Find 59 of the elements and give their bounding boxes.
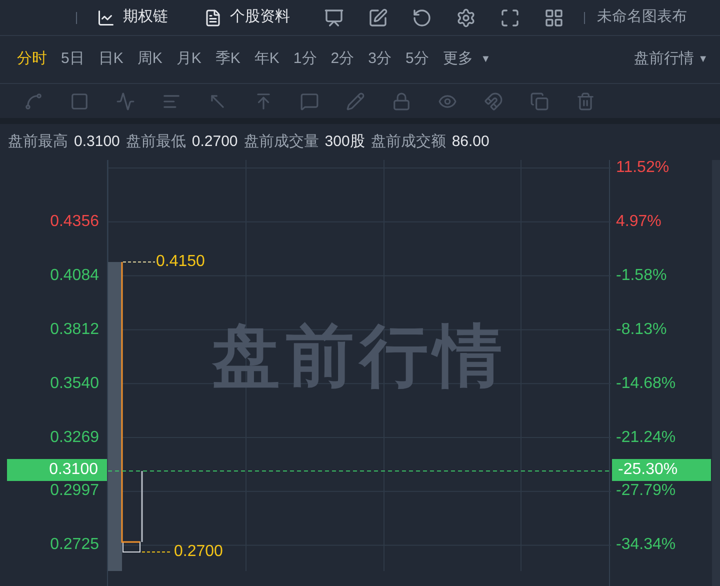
percent-tick: -1.58%	[616, 268, 667, 284]
percent-tick: -34.34%	[616, 537, 676, 554]
lock-icon[interactable]	[392, 92, 411, 110]
price-annotation: 0.2700	[174, 544, 223, 560]
percent-tick: -8.13%	[616, 322, 667, 338]
note-tool-icon[interactable]	[300, 92, 319, 110]
price-tick: 0.2725	[50, 537, 99, 554]
price-tick: 0.2997	[50, 483, 99, 500]
stat-value: 0.2700	[192, 132, 238, 152]
toolbar-button[interactable]: 个股资料	[204, 6, 290, 29]
period-tab[interactable]: 月K	[176, 48, 202, 71]
settings-icon[interactable]	[456, 8, 476, 28]
period-tab[interactable]: 1分	[293, 48, 317, 71]
document-icon	[204, 8, 222, 26]
price-tick: 0.4084	[50, 268, 99, 284]
magnet-icon[interactable]	[484, 92, 503, 110]
stat-value: 300股	[324, 132, 365, 152]
layout-name[interactable]: 未命名图表布	[597, 6, 687, 29]
period-tab[interactable]: 5日	[61, 48, 84, 71]
price-tick: 0.3812	[50, 322, 99, 338]
price-tick: 0.4356	[50, 214, 99, 230]
stat-label: 盘前成交额	[370, 132, 446, 152]
period-tab[interactable]: 周K	[137, 48, 162, 71]
period-tab[interactable]: 3分	[368, 48, 392, 71]
stat-value: 0.3100	[74, 132, 120, 152]
pencil-icon[interactable]	[346, 92, 365, 110]
stat-label: 盘前最高	[8, 132, 68, 152]
period-tab[interactable]: 年K	[254, 48, 280, 71]
session-dropdown[interactable]: 盘前行情 ▼	[634, 48, 708, 71]
period-tab[interactable]: 2分	[330, 48, 354, 71]
percent-tick: 4.97%	[616, 214, 662, 230]
price-annotation: 0.4150	[156, 254, 205, 270]
stat-label: 盘前最低	[126, 132, 186, 152]
trash-icon[interactable]	[576, 92, 595, 110]
percent-tick: -21.24%	[616, 430, 676, 446]
period-tab[interactable]: 季K	[215, 48, 240, 71]
grid-layout-icon[interactable]	[544, 8, 564, 28]
stat-value: 86.00	[452, 132, 490, 152]
wave-tool-icon[interactable]	[116, 92, 135, 110]
chart-icon	[97, 8, 115, 26]
toolbar-button[interactable]: 期权链	[97, 6, 168, 29]
fullscreen-icon[interactable]	[500, 8, 520, 28]
percent-tick: -27.79%	[616, 483, 676, 500]
rectangle-tool-icon[interactable]	[70, 92, 89, 110]
period-tab[interactable]: 分时	[17, 48, 47, 71]
current-percent-tag: -25.30%	[612, 459, 711, 481]
refresh-icon[interactable]	[412, 8, 432, 28]
stat-label: 盘前成交量	[244, 132, 319, 152]
line-tool-icon[interactable]	[24, 92, 43, 110]
more-dropdown[interactable]: 更多 ▼	[442, 48, 491, 71]
percent-tick: 11.52%	[616, 160, 670, 176]
price-tick: 0.3540	[50, 376, 99, 392]
current-price-tag: 0.3100	[7, 459, 107, 481]
price-tick: 0.3269	[50, 430, 99, 446]
period-tab[interactable]: 日K	[98, 48, 124, 71]
period-tab[interactable]: 5分	[405, 48, 429, 71]
percent-tick: -14.68%	[616, 376, 676, 392]
layers-icon[interactable]	[530, 92, 549, 110]
edit-icon[interactable]	[368, 8, 388, 28]
